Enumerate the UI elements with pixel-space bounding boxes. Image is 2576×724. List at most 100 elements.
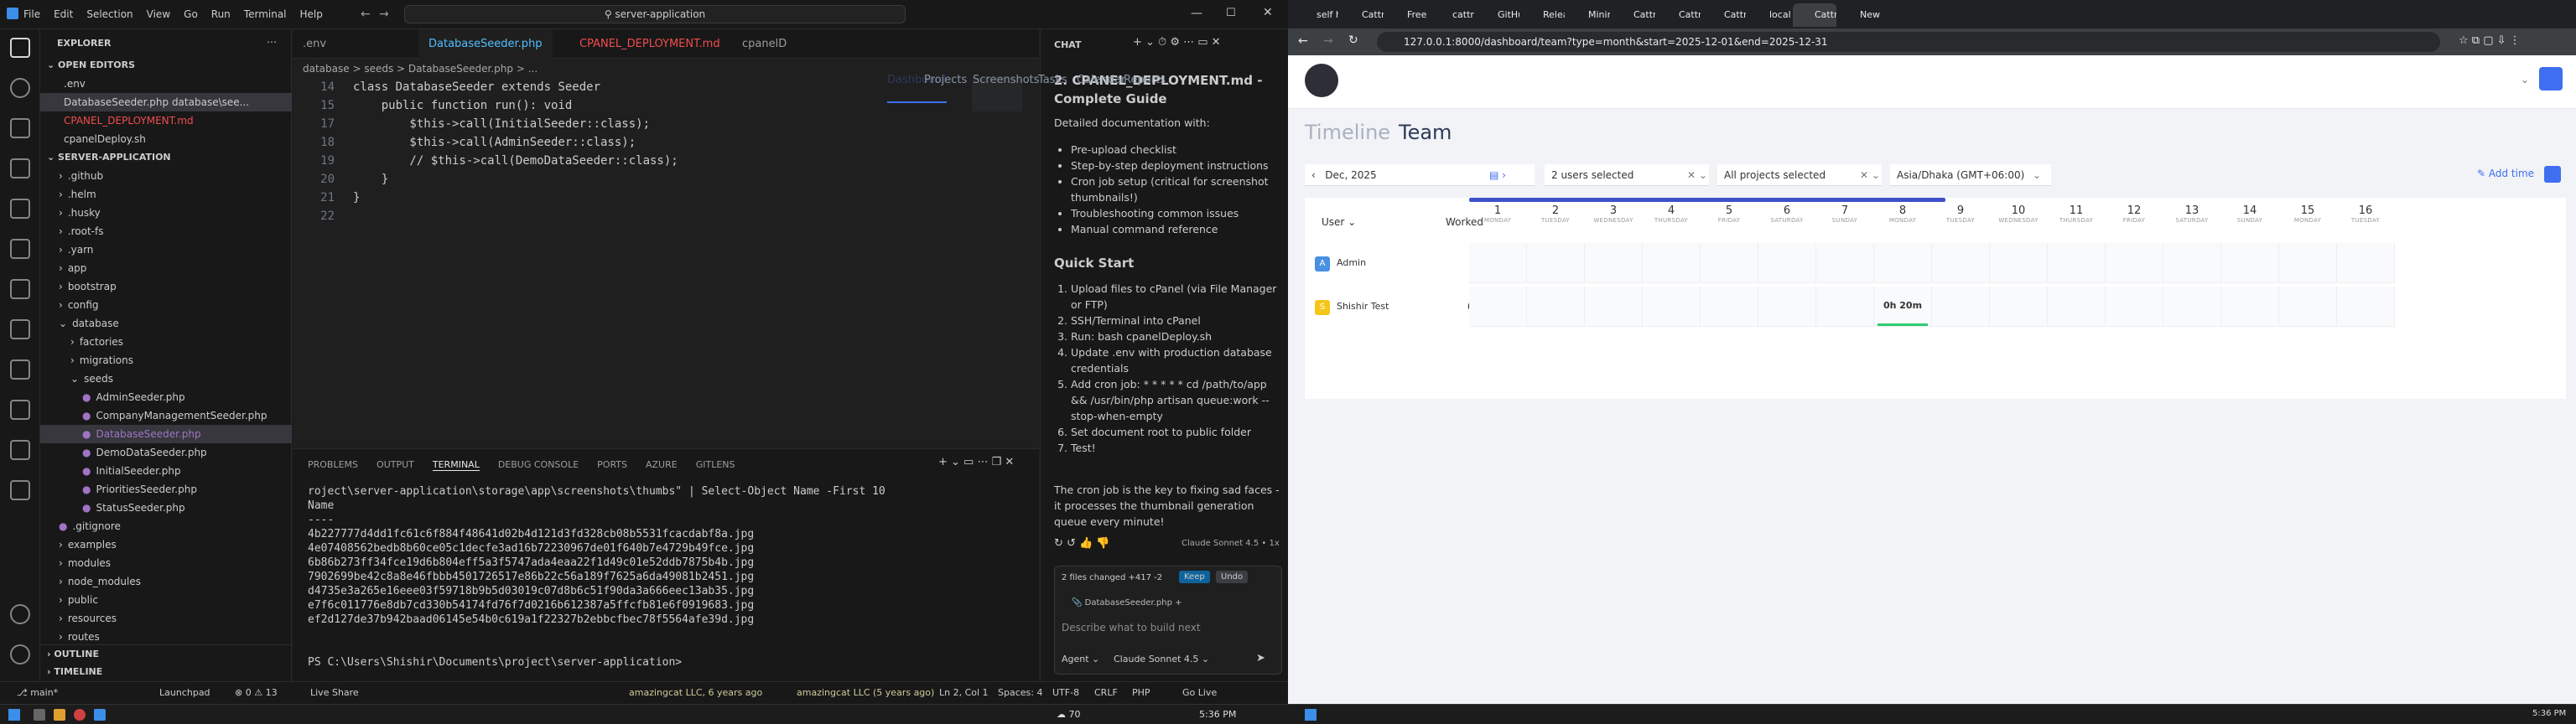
day-cell[interactable] xyxy=(1469,287,1527,327)
folder-item[interactable]: › migrations xyxy=(40,351,292,370)
day-cell[interactable] xyxy=(1527,287,1585,327)
day-cell[interactable] xyxy=(1990,287,2048,327)
user-name[interactable]: Shishir Test xyxy=(1337,301,1389,312)
mode-select[interactable]: Agent ⌄ xyxy=(1062,654,1099,665)
nav-item[interactable]: Calendar xyxy=(1077,74,1125,86)
code-line[interactable]: 22 xyxy=(293,207,1031,225)
day-cell[interactable]: 0h 20m xyxy=(1874,287,1932,327)
editor-tab[interactable]: CPANEL_DEPLOYMENT.md xyxy=(569,29,730,59)
day-cell[interactable] xyxy=(1932,243,1990,283)
menu-item[interactable]: View xyxy=(147,8,170,20)
day-cell[interactable] xyxy=(2048,243,2106,283)
outline-header[interactable]: › OUTLINE xyxy=(40,644,292,663)
folder-item[interactable]: › bootstrap xyxy=(40,277,292,296)
gitlens-icon[interactable] xyxy=(10,279,30,299)
files-changed-label[interactable]: 2 files changed +417 -2 xyxy=(1062,573,1162,582)
add-time-button[interactable]: ✎ Add time xyxy=(2477,168,2534,179)
day-cell[interactable] xyxy=(2106,243,2163,283)
code-line[interactable]: 21} xyxy=(293,189,1031,207)
day-cell[interactable] xyxy=(1585,243,1643,283)
day-cell[interactable] xyxy=(1527,243,1585,283)
code-line[interactable]: 19 // $this->call(DemoDataSeeder::class)… xyxy=(293,152,1031,170)
open-editor-item[interactable]: CPANEL_DEPLOYMENT.md xyxy=(40,111,292,130)
live-share-item[interactable]: Live Share xyxy=(310,687,359,698)
back-arrow-icon[interactable]: ← xyxy=(361,8,371,21)
save-icon[interactable] xyxy=(2544,166,2561,183)
taskbar-app-icon[interactable] xyxy=(94,709,106,721)
keep-button[interactable]: Keep xyxy=(1179,571,1210,583)
day-cell[interactable] xyxy=(1874,243,1932,283)
chat-toolbar-icons[interactable]: + ⌄ ⏱ ⚙ ⋯ ▭ ✕ xyxy=(1133,36,1221,49)
weather-widget[interactable]: ☁ 70 xyxy=(1057,709,1081,720)
nav-item[interactable]: Screenshots xyxy=(973,74,1040,86)
remote-explorer-icon[interactable] xyxy=(10,239,30,259)
project-header[interactable]: ⌄ SERVER-APPLICATION xyxy=(40,148,292,167)
undo-button[interactable]: Undo xyxy=(1216,571,1249,583)
nav-item[interactable]: Reports xyxy=(1124,74,1166,86)
user-column-header[interactable]: User ⌄ xyxy=(1322,216,1356,228)
day-cell[interactable] xyxy=(1990,243,2048,283)
indentation[interactable]: Spaces: 4 xyxy=(998,687,1042,698)
folder-item[interactable]: › .yarn xyxy=(40,240,292,259)
folder-item[interactable]: › .husky xyxy=(40,204,292,222)
search-icon[interactable] xyxy=(10,78,30,98)
menu-item[interactable]: Help xyxy=(300,8,323,20)
language-mode[interactable]: PHP xyxy=(1132,687,1150,698)
folder-item[interactable]: › config xyxy=(40,296,292,314)
blame-item-2[interactable]: amazingcat LLC (5 years ago) xyxy=(797,687,934,698)
browser-tab[interactable]: Cattr serv xyxy=(1702,3,1746,27)
day-cell[interactable] xyxy=(2221,243,2279,283)
menu-item[interactable]: Terminal xyxy=(244,8,287,20)
user-name[interactable]: Admin xyxy=(1337,257,1366,268)
explorer-icon[interactable] xyxy=(10,38,30,58)
day-cell[interactable] xyxy=(2221,287,2279,327)
blame-item[interactable]: amazingcat LLC, 6 years ago xyxy=(629,687,762,698)
command-center-search[interactable]: ⚲ server-application xyxy=(404,5,906,23)
line-ending[interactable]: CRLF xyxy=(1094,687,1118,698)
users-select[interactable]: 2 users selected ✕ ⌄ xyxy=(1545,164,1709,186)
day-cell[interactable] xyxy=(1758,287,1816,327)
day-cell[interactable] xyxy=(1643,243,1701,283)
reload-icon[interactable]: ↻ xyxy=(1348,34,1358,47)
extensions-icon[interactable] xyxy=(10,199,30,219)
file-item[interactable]: ● StatusSeeder.php xyxy=(40,499,292,517)
branch-indicator[interactable]: ⎇ main* xyxy=(17,687,58,698)
day-cell[interactable] xyxy=(2106,287,2163,327)
day-cell[interactable] xyxy=(1932,287,1990,327)
menu-item[interactable]: Selection xyxy=(86,8,132,20)
folder-item[interactable]: › examples xyxy=(40,535,292,554)
day-cell[interactable] xyxy=(2279,287,2337,327)
day-cell[interactable] xyxy=(1469,243,1527,283)
nav-item[interactable]: Projects xyxy=(924,74,967,86)
cursor-position[interactable]: Ln 2, Col 1 xyxy=(939,687,989,698)
view-tab-team[interactable]: Team xyxy=(1399,121,1452,144)
url-input[interactable]: 127.0.0.1:8000/dashboard/team?type=month… xyxy=(1377,32,2440,52)
folder-item[interactable]: › factories xyxy=(40,333,292,351)
folder-item[interactable]: › public xyxy=(40,591,292,609)
file-item[interactable]: ● CompanyManagementSeeder.php xyxy=(40,406,292,425)
folder-item[interactable]: › .root-fs xyxy=(40,222,292,240)
avatar[interactable] xyxy=(2539,67,2563,90)
day-cell[interactable] xyxy=(1701,287,1758,327)
day-cell[interactable] xyxy=(2048,287,2106,327)
menu-item[interactable]: Edit xyxy=(54,8,73,20)
folder-item[interactable]: › .helm xyxy=(40,185,292,204)
breadcrumb[interactable]: database > seeds > DatabaseSeeder.php > … xyxy=(303,63,538,75)
browser-tab[interactable]: GitHub - c xyxy=(1476,3,1519,27)
folder-item[interactable]: › node_modules xyxy=(40,572,292,591)
browser-tab[interactable]: Minimal c xyxy=(1566,3,1610,27)
editor-tab[interactable]: DatabaseSeeder.php xyxy=(418,29,553,59)
settings-gear-icon[interactable] xyxy=(10,644,30,665)
day-cell[interactable] xyxy=(2337,243,2395,283)
browser-tab[interactable]: cattr - Go xyxy=(1431,3,1474,27)
folder-item[interactable]: ⌄ database xyxy=(40,314,292,333)
day-cell[interactable] xyxy=(1816,287,1874,327)
run-debug-icon[interactable] xyxy=(10,158,30,178)
code-line[interactable]: 17 $this->call(InitialSeeder::class); xyxy=(293,115,1031,133)
source-control-icon[interactable] xyxy=(10,118,30,138)
close-icon[interactable]: ✕ xyxy=(1263,6,1273,19)
start-icon[interactable] xyxy=(8,709,20,721)
database-icon[interactable] xyxy=(10,400,30,420)
browser-tab[interactable]: Cattr self xyxy=(1340,3,1384,27)
encoding[interactable]: UTF-8 xyxy=(1052,687,1079,698)
